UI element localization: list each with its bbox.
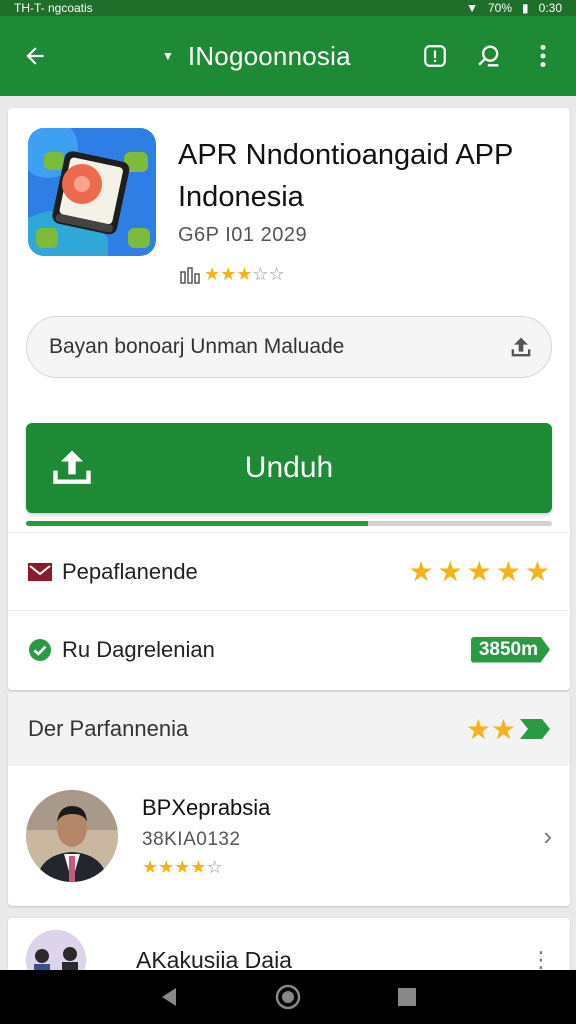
- download-button[interactable]: Unduh: [26, 423, 552, 513]
- next-item-card[interactable]: AKakusiia Daia ⋮: [8, 918, 570, 978]
- app-detail-card: APR Nndontioangaid APP Indonesia G6P I01…: [8, 108, 570, 690]
- search-input[interactable]: [49, 335, 507, 359]
- recommendation-title: Der Parfannenia: [28, 716, 189, 741]
- star-filled-icon: ★: [437, 556, 463, 587]
- download-icon: [53, 450, 91, 484]
- status-left-text: TH-T- ngcoatis: [14, 1, 93, 15]
- search-icon: [478, 45, 499, 67]
- app-rating-stars: ★★★☆☆: [204, 264, 285, 285]
- star-filled-icon: ★: [220, 264, 237, 284]
- nav-back-button[interactable]: [155, 983, 183, 1011]
- system-nav-bar: [0, 970, 576, 1024]
- star-filled-icon: ★: [236, 264, 253, 284]
- star-filled-icon: ★: [466, 556, 492, 587]
- app-rating: ★★★☆☆: [180, 264, 285, 285]
- download-progress-fill: [26, 521, 368, 526]
- download-label: Unduh: [244, 451, 334, 484]
- info-square-icon: [424, 45, 446, 67]
- star-empty-icon: ☆: [252, 264, 269, 284]
- app-title: APR Nndontioangaid APP Indonesia: [178, 139, 513, 213]
- nav-home-button[interactable]: [274, 983, 302, 1011]
- mail-icon: [28, 562, 52, 581]
- star-filled-icon: ★: [190, 856, 207, 877]
- app-date: G6P I01 2029: [178, 224, 308, 246]
- download-progress-bar: [26, 521, 552, 526]
- wifi-icon: ▼: [466, 1, 478, 15]
- app-icon: [28, 128, 156, 256]
- status-bar: TH-T- ngcoatis ▼ 70% ▮ 0:30: [0, 0, 576, 16]
- avatar: [26, 790, 118, 882]
- arrow-left-icon: [26, 47, 44, 65]
- star-filled-icon: ★: [465, 713, 491, 745]
- battery-icon: ▮: [522, 1, 529, 15]
- search-button[interactable]: [474, 41, 504, 71]
- star-filled-icon: ★: [158, 856, 175, 877]
- star-filled-icon: ★: [204, 264, 221, 284]
- square-recents-icon: [397, 988, 416, 1006]
- app-bar-title: INogoonnosia: [187, 40, 351, 71]
- info-row-size[interactable]: Ru Dagrelenian 3850m: [8, 610, 570, 688]
- search-field[interactable]: [26, 316, 552, 378]
- triangle-back-icon: [162, 988, 177, 1006]
- check-circle-icon: [29, 638, 51, 661]
- star-filled-icon: ★: [495, 556, 521, 587]
- recommendation-header-stars: ★★: [466, 713, 516, 746]
- info-row-rating[interactable]: Pepaflanende ★ ★ ★ ★ ★: [8, 532, 570, 610]
- arrow-right-badge-icon: [520, 719, 550, 739]
- recommendation-card: Der Parfannenia ★★ BPXeprabsia 38KIA0132…: [8, 692, 570, 906]
- recommendation-header[interactable]: Der Parfannenia ★★: [8, 692, 570, 766]
- star-filled-icon: ★: [490, 713, 516, 745]
- info-button[interactable]: [420, 41, 450, 71]
- star-filled-icon: ★: [524, 556, 550, 587]
- star-filled-icon: ★: [174, 856, 191, 877]
- recommendation-subtitle: 38KIA0132: [142, 828, 241, 850]
- back-button[interactable]: [18, 39, 52, 73]
- recommendation-stars: ★★★★☆: [142, 857, 270, 878]
- upload-icon[interactable]: [507, 333, 535, 361]
- star-filled-icon: ★: [408, 556, 434, 587]
- app-bar: ▼ INogoonnosia: [0, 16, 576, 96]
- chart-bars-icon: [180, 266, 200, 284]
- dropdown-caret-icon[interactable]: ▼: [162, 49, 174, 63]
- chevron-right-icon[interactable]: ›: [543, 821, 552, 852]
- more-vert-icon: [540, 44, 546, 68]
- info-row-stars: ★ ★ ★ ★ ★: [408, 555, 550, 588]
- battery-percent: 70%: [488, 1, 513, 15]
- size-badge: 3850m: [470, 636, 550, 663]
- star-empty-icon: ☆: [206, 856, 223, 877]
- star-empty-icon: ☆: [268, 264, 285, 284]
- circle-home-icon: [275, 984, 301, 1010]
- info-row-label: Ru Dagrelenian: [62, 636, 215, 662]
- recommendation-name: BPXeprabsia: [142, 794, 271, 820]
- recommendation-item[interactable]: BPXeprabsia 38KIA0132 ★★★★☆ ›: [8, 766, 570, 906]
- nav-recents-button[interactable]: [393, 983, 421, 1011]
- more-options-button[interactable]: [528, 41, 558, 71]
- clock: 0:30: [538, 1, 562, 15]
- star-filled-icon: ★: [142, 856, 159, 877]
- info-row-label: Pepaflanende: [62, 558, 198, 584]
